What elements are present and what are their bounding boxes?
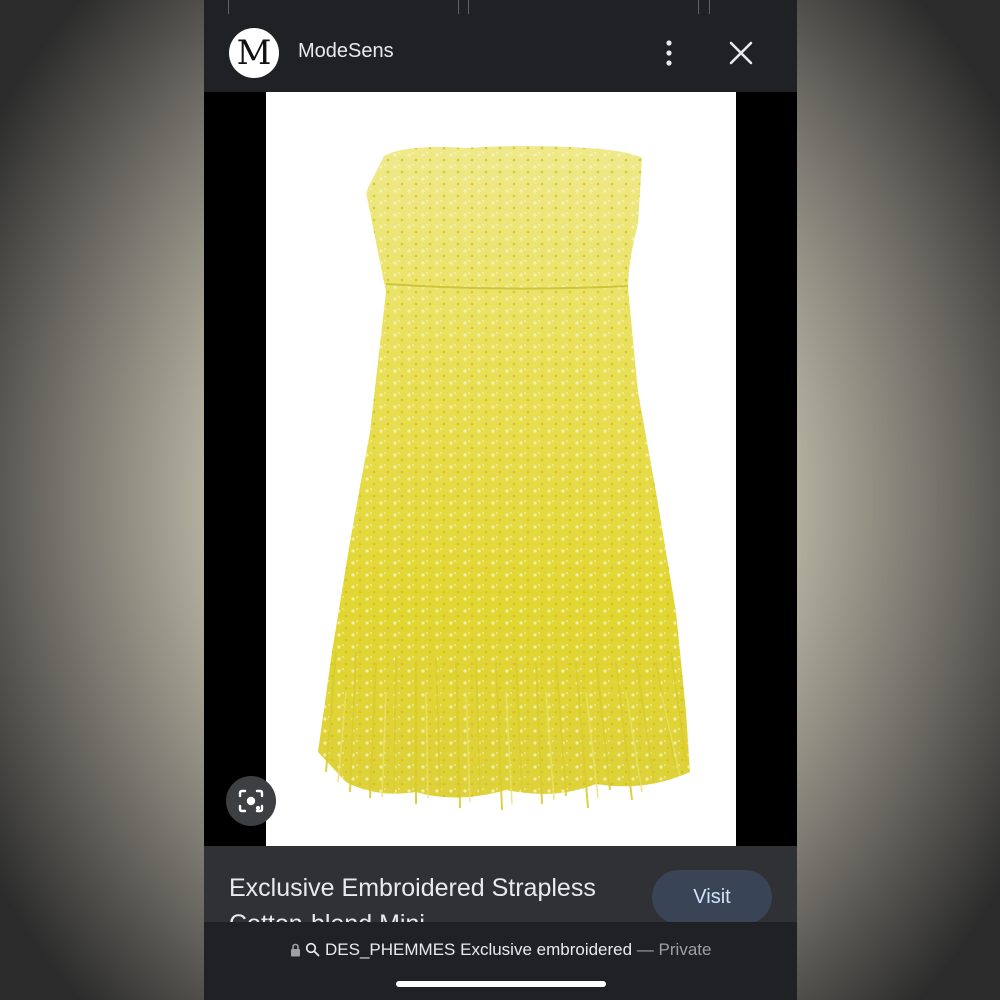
site-logo[interactable]: M: [229, 28, 279, 78]
lens-icon: [238, 789, 264, 813]
site-logo-letter: M: [236, 33, 272, 73]
strip-divider: [468, 0, 469, 14]
product-title[interactable]: Exclusive Embroidered Strapless Cotton-b…: [229, 870, 629, 922]
close-icon[interactable]: [726, 38, 756, 68]
site-name[interactable]: ModeSens: [298, 40, 394, 63]
top-strip: [204, 0, 797, 14]
url-row: DES_PHEMMES Exclusive embroidered — Priv…: [204, 940, 797, 960]
strip-divider: [698, 0, 699, 14]
private-label: — Private: [636, 940, 712, 959]
search-icon: [306, 942, 320, 957]
product-image[interactable]: [266, 92, 736, 846]
strip-divider: [228, 0, 229, 14]
product-info-panel: Exclusive Embroidered Strapless Cotton-b…: [204, 846, 797, 922]
image-viewer: [204, 92, 797, 846]
url-bar[interactable]: DES_PHEMMES Exclusive embroidered — Priv…: [204, 922, 797, 1000]
lock-icon: [290, 943, 300, 957]
visit-button[interactable]: Visit: [652, 870, 772, 922]
more-vert-icon[interactable]: [659, 38, 679, 68]
lens-button[interactable]: [226, 776, 276, 826]
home-indicator[interactable]: [396, 981, 606, 987]
phone-screen: M ModeSens Exclusive Embroidered Straple…: [204, 0, 797, 1000]
strip-divider: [709, 0, 710, 14]
strip-divider: [458, 0, 459, 14]
url-text: DES_PHEMMES Exclusive embroidered: [325, 940, 633, 959]
preview-header: M ModeSens: [204, 14, 797, 92]
